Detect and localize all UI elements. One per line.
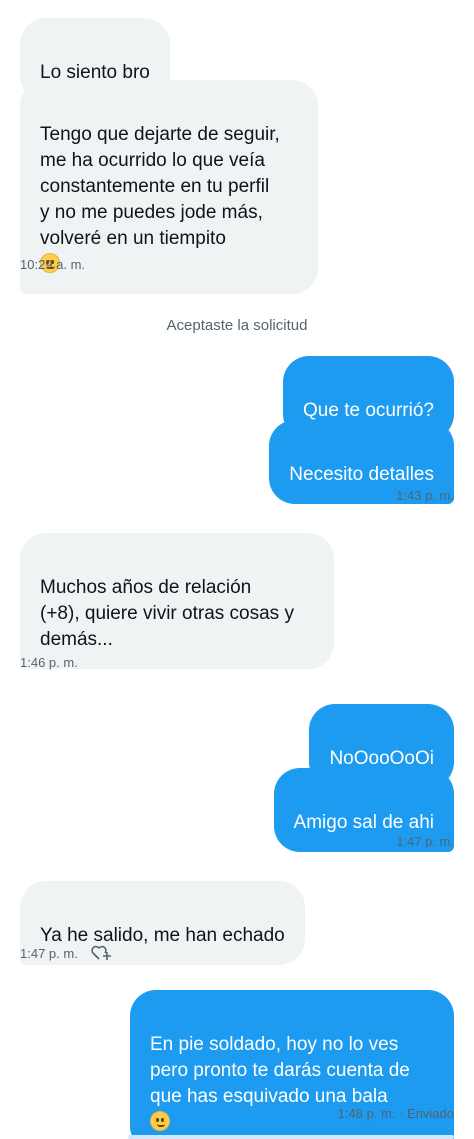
message-text: En pie soldado, hoy no lo ves pero pront…: [150, 1034, 410, 1107]
message-status: 1:48 p. m. · Enviado: [337, 1106, 454, 1121]
message-incoming[interactable]: Muchos años de relación (+8), quiere viv…: [20, 533, 334, 669]
heart-plus-icon[interactable]: [91, 945, 113, 961]
input-bar-edge: [128, 1135, 454, 1139]
message-text: Necesito detalles: [289, 464, 434, 485]
system-notice: Aceptaste la solicitud: [166, 317, 308, 334]
message-timestamp: 1:47 p. m.: [396, 834, 454, 849]
message-text: Que te ocurrió?: [303, 400, 434, 421]
message-text: Ya he salido, me han echado: [40, 925, 285, 946]
dm-conversation: Lo siento bro Tengo que dejarte de segui…: [0, 0, 474, 1139]
message-text: Tengo que dejarte de seguir, me ha ocurr…: [40, 124, 280, 249]
message-meta-row: 1:47 p. m.: [20, 945, 113, 962]
smiling-face-with-tear-icon: [150, 1111, 170, 1131]
message-text: NoOooOoOi: [329, 748, 434, 769]
message-timestamp: 1:43 p. m.: [396, 488, 454, 503]
message-timestamp: 10:29 a. m.: [20, 257, 86, 272]
message-text: Muchos años de relación (+8), quiere viv…: [40, 577, 294, 650]
message-timestamp: 1:46 p. m.: [20, 655, 78, 670]
message-text: Amigo sal de ahi: [293, 812, 434, 833]
message-timestamp: 1:47 p. m.: [20, 946, 78, 961]
